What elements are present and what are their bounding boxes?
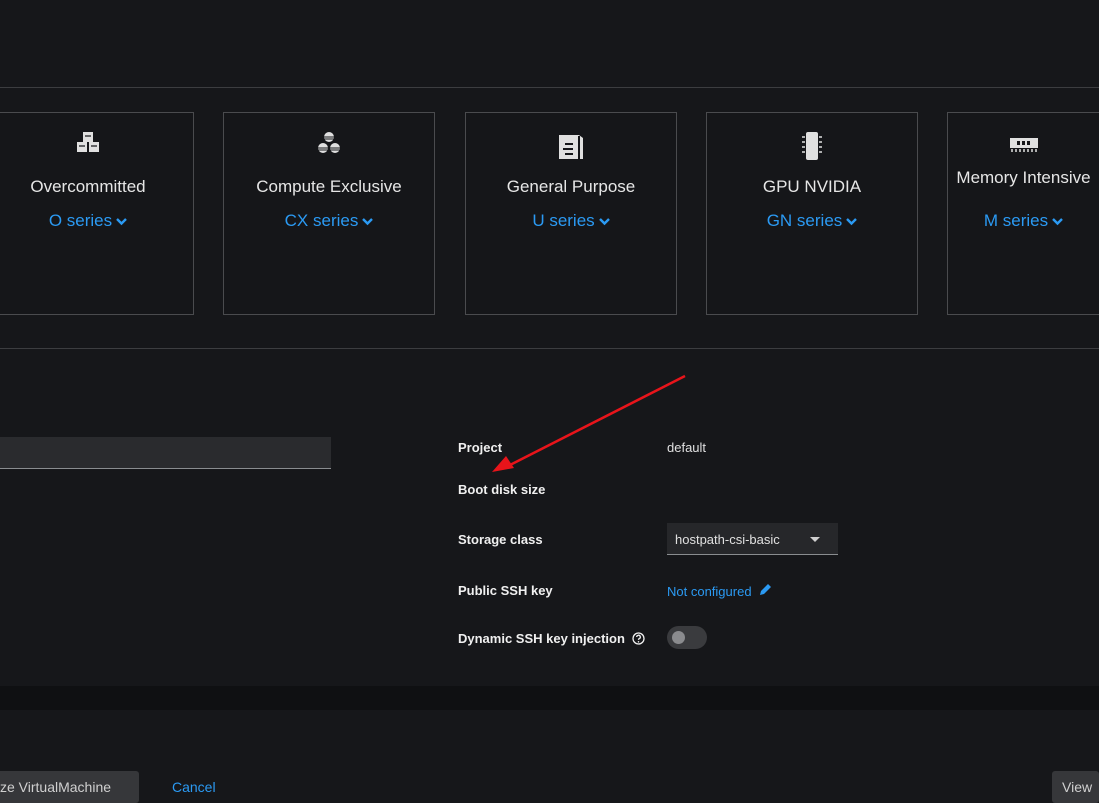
series-dropdown[interactable]: GN series <box>707 211 917 231</box>
card-title: Overcommitted <box>30 177 146 196</box>
ssh-key-edit-link[interactable]: Not configured <box>667 583 772 599</box>
cancel-button[interactable]: Cancel <box>172 779 216 795</box>
help-icon[interactable] <box>631 632 645 645</box>
project-label: Project <box>458 440 503 455</box>
card-general-purpose[interactable]: General Purpose U series <box>465 112 677 315</box>
card-memory-intensive[interactable]: Memory Intensive M series <box>947 112 1099 315</box>
dynamic-ssh-label: Dynamic SSH key injection <box>458 631 645 646</box>
stacked-cubes-icon <box>224 131 434 159</box>
series-dropdown[interactable]: U series <box>466 211 676 231</box>
pencil-icon <box>760 584 772 595</box>
storage-class-label: Storage class <box>458 532 543 547</box>
public-ssh-key-label: Public SSH key <box>458 583 553 598</box>
card-gpu-nvidia[interactable]: GPU NVIDIA GN series <box>706 112 918 315</box>
series-label: GN series <box>766 211 843 230</box>
series-label: M series <box>983 211 1049 230</box>
project-value: default <box>667 440 707 455</box>
top-divider <box>0 87 1099 88</box>
series-label: O series <box>48 211 113 230</box>
boot-disk-size-label: Boot disk size <box>458 482 546 497</box>
card-overcommitted[interactable]: Overcommitted O series <box>0 112 194 315</box>
series-dropdown[interactable]: O series <box>0 211 193 231</box>
memory-icon <box>948 135 1099 163</box>
caret-down-icon <box>810 537 820 542</box>
create-virtualmachine-button[interactable]: ze VirtualMachine <box>0 771 139 803</box>
storage-class-select[interactable]: hostpath-csi-basic <box>667 523 838 555</box>
name-input[interactable] <box>0 437 331 469</box>
ssh-key-value: Not configured <box>667 584 752 599</box>
section-divider <box>0 348 1099 349</box>
card-title: Compute Exclusive <box>256 177 402 196</box>
chip-icon <box>707 131 917 160</box>
dynamic-ssh-toggle[interactable] <box>667 626 707 649</box>
chevron-down-icon <box>116 217 127 225</box>
footer-band <box>0 686 1099 710</box>
cubes-icon <box>0 131 193 159</box>
card-title: GPU NVIDIA <box>762 177 862 196</box>
view-button[interactable]: View <box>1052 771 1099 803</box>
storage-class-value: hostpath-csi-basic <box>675 532 780 547</box>
server-box-icon <box>466 131 676 159</box>
series-dropdown[interactable]: CX series <box>224 211 434 231</box>
card-title: General Purpose <box>506 177 636 196</box>
series-dropdown[interactable]: M series <box>948 211 1099 231</box>
series-label: U series <box>532 211 595 230</box>
chevron-down-icon <box>1052 217 1063 225</box>
card-compute-exclusive[interactable]: Compute Exclusive CX series <box>223 112 435 315</box>
toggle-knob <box>672 631 685 644</box>
chevron-down-icon <box>598 217 610 225</box>
dynamic-ssh-label-text: Dynamic SSH key injection <box>458 631 625 646</box>
chevron-down-icon <box>846 217 858 225</box>
chevron-down-icon <box>362 217 374 225</box>
card-title: Memory Intensive <box>956 168 1091 187</box>
series-label: CX series <box>284 211 359 230</box>
